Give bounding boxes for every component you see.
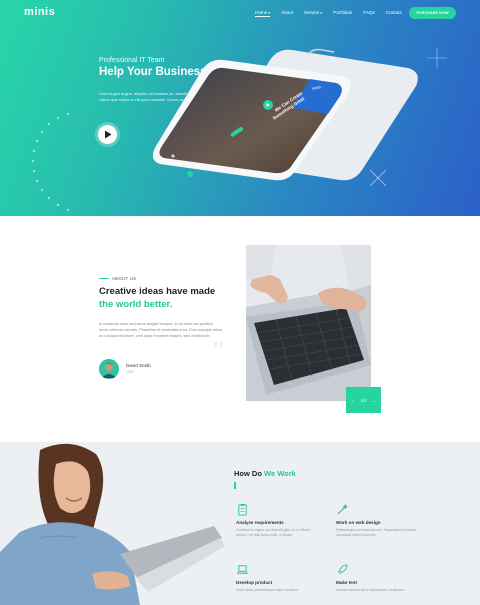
- nav-link-home[interactable]: Home▾: [255, 10, 271, 17]
- dotted-circle-decoration: [31, 112, 70, 212]
- chevron-down-icon: ▾: [268, 11, 271, 15]
- clipboard-icon: [238, 503, 247, 516]
- nav-menu: Home▾ About Service▾ Portfolios FAQs Con…: [255, 10, 413, 17]
- step-title: Analyze requirements: [236, 520, 284, 525]
- rocket-icon: [337, 564, 348, 575]
- site-logo[interactable]: minis: [24, 6, 55, 18]
- title-accent-bar: [234, 482, 236, 489]
- about-paragraph: In maximus risus sed lacus feugiat tempu…: [99, 321, 223, 338]
- laptop-typing-photo: [246, 245, 371, 401]
- woman-with-laptop-photo: [0, 442, 225, 605]
- work-title: How Do We Work: [234, 469, 296, 478]
- phone-mockup-image: minis We Can Create Something Great: [152, 48, 418, 181]
- play-icon: [105, 130, 112, 139]
- step-text: Curabitur id magna non diam fringilla, e…: [236, 528, 311, 537]
- play-video-button[interactable]: [98, 125, 117, 144]
- nav-link-faqs[interactable]: FAQs: [363, 10, 375, 17]
- nav-link-portfolios[interactable]: Portfolios: [333, 10, 352, 17]
- author-avatar: [99, 359, 119, 379]
- nav-link-service[interactable]: Service▾: [304, 10, 322, 17]
- step-title: Make test: [336, 580, 357, 585]
- step-title: Develop product: [236, 580, 273, 585]
- about-title-line-1: Creative ideas have made: [99, 286, 216, 297]
- laptop-icon: [236, 565, 249, 574]
- step-text: Aenean sit amet libero ullamcorper, vest…: [336, 588, 406, 592]
- step-develop: Develop product Morbi varius pellentesqu…: [236, 563, 316, 593]
- hero-section: minis Home▾ About Service▾ Portfolios FA…: [0, 0, 480, 216]
- person-avatar-icon: [99, 359, 119, 379]
- about-title-line-2: the world better.: [99, 299, 173, 310]
- top-navbar: minis Home▾ About Service▾ Portfolios FA…: [0, 0, 480, 26]
- about-section: ABOUT US Creative ideas have made the wo…: [0, 216, 480, 442]
- arrow-right-icon[interactable]: →: [372, 398, 377, 403]
- about-kicker: ABOUT US: [99, 276, 136, 281]
- step-design: Work on web design Pellentesque sed maxi…: [336, 503, 416, 538]
- quote-mark-icon: ”: [211, 336, 226, 369]
- step-title: Work on web design: [336, 520, 381, 525]
- how-we-work-section: How Do We Work Analyze requirements Cura…: [0, 442, 480, 605]
- chevron-down-icon: ▾: [320, 11, 323, 15]
- slider-controls: ← 1/4 →: [346, 387, 381, 413]
- author-name: David Smith: [126, 363, 151, 368]
- author-role: CEO: [126, 370, 134, 374]
- slide-counter: 1/4: [360, 397, 367, 403]
- step-text: Morbi varius pellentesque neque, tincidu…: [236, 588, 299, 592]
- nav-link-contact[interactable]: Contact: [386, 10, 402, 17]
- about-kicker-label: ABOUT US: [112, 276, 137, 281]
- step-analyze: Analyze requirements Curabitur id magna …: [236, 503, 316, 538]
- step-text: Pellentesque sed maximus orci. Suspendis…: [336, 528, 416, 537]
- purchase-now-button[interactable]: PURCHASE NOW: [409, 7, 456, 19]
- magic-wand-icon: [337, 503, 349, 515]
- nav-link-about[interactable]: About: [281, 10, 293, 17]
- step-test: Make test Aenean sit amet libero ullamco…: [336, 563, 416, 593]
- kicker-divider: [99, 278, 109, 279]
- arrow-left-icon[interactable]: ←: [351, 398, 356, 403]
